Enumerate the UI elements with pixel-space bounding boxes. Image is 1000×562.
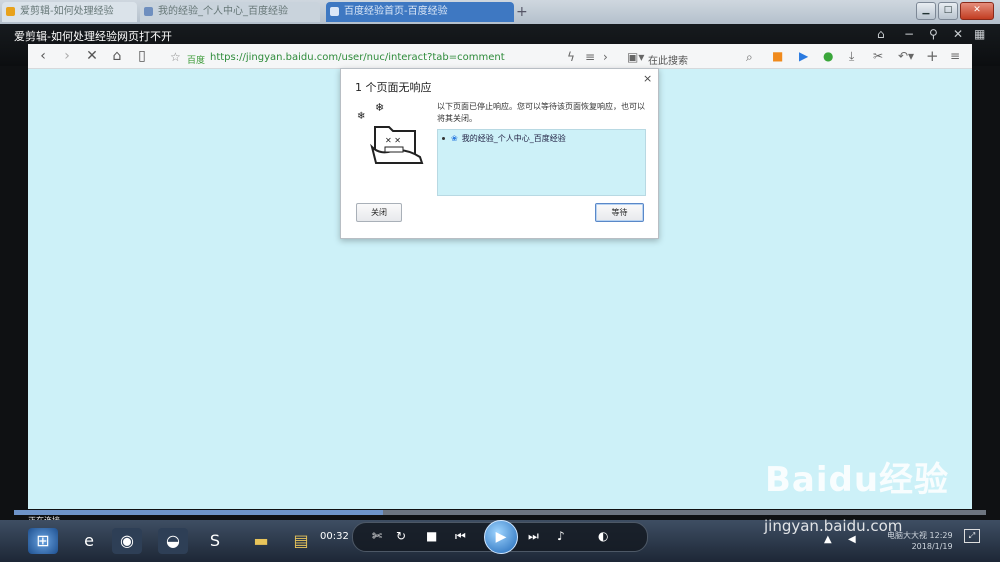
dialog-message: 以下页面已停止响应。您可以等待该页面恢复响应，也可以将其关闭。 (437, 102, 645, 123)
volume-icon[interactable]: ♪ (557, 529, 565, 543)
video-icon[interactable]: ■ (772, 49, 783, 63)
list-item[interactable]: ❀ 我的经验_个人中心_百度经验 (442, 133, 566, 144)
close-window-button[interactable]: ✕ (960, 2, 994, 20)
grid-icon[interactable]: ≡ (585, 50, 595, 64)
snowflake-icon: ❄ (357, 111, 366, 122)
chrome-icon[interactable]: ◉ (112, 528, 142, 554)
current-time: 00:32 (320, 531, 349, 542)
sogou-icon[interactable]: S (200, 528, 230, 554)
site-label: 百度 (187, 56, 206, 66)
search-icon[interactable]: ⌕ (746, 50, 753, 65)
minus-icon[interactable]: − (904, 27, 914, 41)
play-button[interactable]: ▶ (484, 520, 518, 554)
next-icon[interactable]: ⏭ (528, 529, 539, 544)
files-icon[interactable]: ▤ (286, 528, 316, 554)
loop-icon[interactable]: ↻ (396, 529, 406, 543)
tab-aijianji[interactable]: 爱剪辑-如何处理经验 (2, 2, 137, 22)
lightning-icon[interactable]: ϟ (567, 50, 575, 64)
svg-text:✕ ✕: ✕ ✕ (385, 136, 401, 145)
baidu-paw-icon: ❀ (451, 134, 458, 143)
edit-icon[interactable]: ✄ (372, 529, 382, 543)
maximize-button[interactable]: □ (938, 2, 958, 20)
wait-button[interactable]: 等待 (595, 203, 644, 222)
unresponsive-page-list: ❀ 我的经验_个人中心_百度经验 (437, 129, 646, 196)
chat-icon[interactable]: ● (823, 49, 833, 63)
search-input[interactable]: 在此搜索 (648, 52, 688, 67)
shirt-icon[interactable]: ⌂ (877, 27, 885, 41)
reading-mode-icon[interactable]: ▯ (133, 47, 151, 65)
list-item-label: 我的经验_个人中心_百度经验 (461, 134, 566, 143)
grid-icon[interactable]: ▦ (974, 27, 985, 41)
dialog-title: 1 个页面无响应 (355, 81, 432, 94)
dialog-close-icon[interactable]: × (643, 72, 652, 85)
tab-label: 百度经验首页-百度经验 (344, 6, 448, 17)
frozen-folder-icon: ✕ ✕ (370, 126, 424, 164)
pin-icon[interactable]: ⚲ (929, 27, 938, 41)
tab-label: 我的经验_个人中心_百度经验 (158, 6, 288, 17)
new-tab-button[interactable]: + (516, 4, 528, 20)
start-icon[interactable]: ⊞ (28, 528, 58, 554)
download-icon[interactable]: ⤓ (849, 49, 854, 64)
favorite-star-icon[interactable]: ☆ (170, 50, 181, 64)
tray-icon[interactable]: ▲ (824, 534, 832, 545)
playback-progress-fill (14, 510, 384, 515)
fullscreen-icon[interactable]: ⤢ (964, 529, 980, 543)
browser-icon[interactable]: ◒ (158, 528, 188, 554)
play-icon[interactable]: ▶ (799, 49, 808, 63)
stop-icon[interactable]: ✕ (83, 47, 101, 65)
tab-baidu-jingyan[interactable]: 百度经验首页-百度经验 (326, 2, 514, 22)
stop-icon[interactable]: ■ (426, 529, 437, 543)
clock-date: 2018/1/19 (911, 542, 953, 551)
watermark-logo: Baidu经验 (765, 460, 950, 500)
home-icon[interactable]: ⌂ (108, 47, 126, 65)
minimize-button[interactable]: ▁ (916, 2, 936, 20)
add-icon[interactable]: + (926, 47, 939, 65)
close-page-button[interactable]: 关闭 (356, 203, 402, 222)
undo-icon[interactable]: ↶▾ (898, 49, 914, 63)
back-icon[interactable]: ‹ (34, 47, 52, 65)
menu-icon[interactable]: ≡ (950, 49, 960, 63)
player-title: 爱剪辑-如何处理经验网页打不开 (14, 30, 172, 43)
speaker-icon[interactable]: ◀ (848, 534, 856, 545)
baidu-paw-icon (144, 7, 153, 16)
ie-icon[interactable]: e (74, 528, 104, 554)
folder-icon[interactable]: ▬ (246, 528, 276, 554)
scissors-icon[interactable]: ✂ (873, 49, 883, 63)
previous-icon[interactable]: ⏮ (455, 529, 466, 544)
watermark-url: jingyan.baidu.com (764, 517, 903, 535)
close-icon[interactable]: ✕ (953, 27, 963, 41)
unresponsive-page-dialog: 1 个页面无响应 × ❄ ❄ ✕ ✕ 以下页面已停止响应。您可以等待该页面恢复响… (340, 68, 659, 239)
search-engine-icon[interactable]: ▣▾ (627, 50, 644, 64)
chevron-right-icon[interactable]: › (603, 50, 608, 64)
tab-my-experience[interactable]: 我的经验_个人中心_百度经验 (140, 2, 320, 22)
playlist-icon[interactable]: ◐ (598, 529, 608, 543)
snowflake-icon: ❄ (375, 101, 385, 114)
tab-label: 爱剪辑-如何处理经验 (20, 6, 114, 17)
forward-icon[interactable]: › (58, 47, 76, 65)
player-app-icon (6, 7, 15, 16)
address-input[interactable]: https://jingyan.baidu.com/user/nuc/inter… (210, 52, 505, 63)
page-icon (330, 7, 339, 16)
bullet-icon (442, 137, 445, 140)
